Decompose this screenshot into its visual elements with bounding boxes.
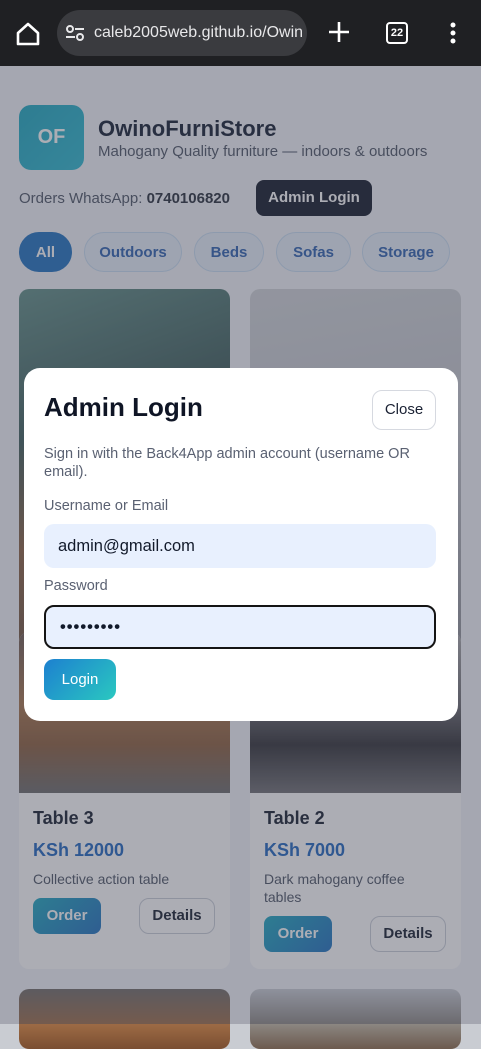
dialog-title: Admin Login — [44, 392, 203, 422]
login-button[interactable]: Login — [44, 659, 116, 700]
browser-toolbar: caleb2005web.github.io/Owin 22 — [0, 0, 481, 66]
more-menu-icon[interactable] — [450, 22, 456, 44]
password-field[interactable]: ••••••••• — [44, 605, 436, 649]
new-tab-icon[interactable] — [326, 19, 352, 45]
admin-login-dialog: Admin Login Close Sign in with the Back4… — [24, 368, 458, 721]
password-label: Password — [44, 578, 108, 594]
dialog-help-text: Sign in with the Back4App admin account … — [44, 446, 410, 480]
site-settings-icon[interactable] — [65, 23, 85, 43]
username-field[interactable]: admin@gmail.com — [44, 524, 436, 568]
close-button[interactable]: Close — [372, 390, 436, 430]
address-bar[interactable]: caleb2005web.github.io/Owin — [57, 10, 307, 56]
home-icon[interactable] — [14, 20, 42, 48]
url-text: caleb2005web.github.io/Owin — [94, 24, 304, 41]
username-label: Username or Email — [44, 498, 169, 514]
tab-switcher-button[interactable]: 22 — [386, 22, 408, 44]
